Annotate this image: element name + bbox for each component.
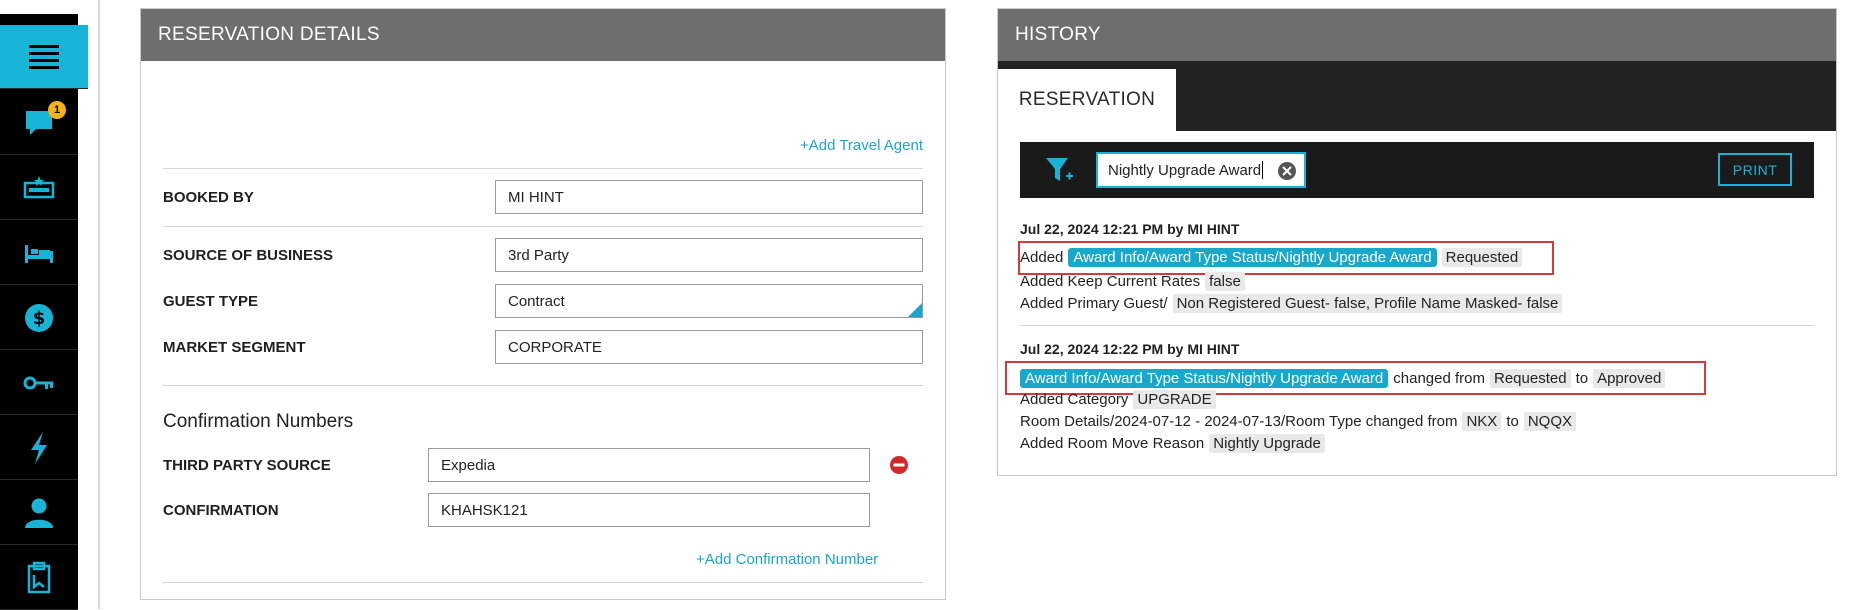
text-cursor bbox=[1262, 161, 1264, 179]
history-entry-header: Jul 22, 2024 12:21 PM by MI HINT bbox=[1020, 221, 1240, 237]
history-text: Added Room Move Reason bbox=[1020, 435, 1205, 452]
history-text: Added Category bbox=[1020, 391, 1129, 408]
divider bbox=[163, 385, 923, 386]
chat-icon[interactable]: 1 bbox=[0, 91, 78, 155]
history-text: Added Keep Current Rates bbox=[1020, 273, 1201, 290]
room-assign-icon[interactable] bbox=[0, 156, 78, 220]
clear-filter-icon[interactable] bbox=[1278, 162, 1296, 180]
notification-badge: 1 bbox=[48, 101, 66, 119]
history-value: UPGRADE bbox=[1133, 390, 1216, 409]
booked-by-field[interactable]: MI HINT bbox=[495, 180, 923, 214]
history-text: Room Details/2024-07-12 - 2024-07-13/Roo… bbox=[1020, 413, 1458, 430]
bed-icon[interactable] bbox=[0, 221, 78, 285]
history-text: to bbox=[1506, 413, 1519, 430]
guest-type-label: GUEST TYPE bbox=[163, 293, 259, 310]
history-value: NKX bbox=[1462, 412, 1502, 431]
history-entry-header: Jul 22, 2024 12:22 PM by MI HINT bbox=[1020, 341, 1240, 357]
history-value: false bbox=[1205, 272, 1245, 291]
key-icon[interactable] bbox=[0, 351, 78, 415]
menu-icon[interactable] bbox=[0, 25, 88, 89]
history-value: Nightly Upgrade bbox=[1209, 434, 1325, 453]
highlight-box bbox=[1018, 241, 1554, 275]
filter-bar: Nightly Upgrade Award PRINT bbox=[1020, 142, 1814, 198]
history-text: Added Primary Guest/ bbox=[1020, 295, 1168, 312]
profile-icon[interactable] bbox=[0, 481, 78, 545]
billing-dollar-icon[interactable]: $ bbox=[0, 286, 78, 350]
remove-icon[interactable] bbox=[889, 455, 909, 480]
dropdown-corner-icon bbox=[908, 303, 922, 317]
history-value: Non Registered Guest- false, Profile Nam… bbox=[1172, 294, 1563, 313]
lightning-icon[interactable] bbox=[0, 416, 78, 480]
add-confirmation-number-link[interactable]: +Add Confirmation Number bbox=[696, 551, 878, 568]
divider bbox=[163, 168, 923, 169]
history-tab-bar: RESERVATION bbox=[998, 61, 1836, 131]
rail-divider bbox=[98, 0, 100, 609]
third-party-source-field[interactable]: Expedia bbox=[428, 448, 870, 482]
svg-text:$: $ bbox=[33, 308, 46, 329]
reservation-details-panel: RESERVATION DETAILS +Add Travel Agent BO… bbox=[140, 8, 946, 600]
print-button[interactable]: PRINT bbox=[1718, 153, 1792, 186]
divider bbox=[1020, 325, 1814, 326]
history-line: Added Category UPGRADE bbox=[1020, 390, 1216, 409]
panel-title: HISTORY bbox=[998, 9, 1836, 61]
divider bbox=[163, 582, 923, 583]
confirmation-label: CONFIRMATION bbox=[163, 502, 279, 519]
clipboard-icon[interactable] bbox=[0, 546, 78, 610]
confirmation-field[interactable]: KHAHSK121 bbox=[428, 493, 870, 527]
add-travel-agent-link[interactable]: +Add Travel Agent bbox=[800, 137, 923, 154]
guest-type-value: Contract bbox=[508, 292, 565, 310]
booked-by-label: BOOKED BY bbox=[163, 189, 254, 206]
panel-title: RESERVATION DETAILS bbox=[141, 9, 945, 61]
source-of-business-label: SOURCE OF BUSINESS bbox=[163, 247, 334, 264]
guest-type-select[interactable]: Contract bbox=[495, 284, 923, 318]
history-line: Added Room Move Reason Nightly Upgrade bbox=[1020, 434, 1325, 453]
history-filter-input[interactable]: Nightly Upgrade Award bbox=[1096, 152, 1306, 188]
filter-value: Nightly Upgrade Award bbox=[1108, 161, 1262, 179]
market-segment-field[interactable]: CORPORATE bbox=[495, 330, 923, 364]
history-panel: HISTORY RESERVATION Nightly Upgrade Awar… bbox=[997, 8, 1837, 476]
history-value: NQQX bbox=[1523, 412, 1577, 431]
tab-reservation[interactable]: RESERVATION bbox=[998, 69, 1176, 131]
left-nav-rail: 1 $ bbox=[0, 14, 88, 610]
history-line: Room Details/2024-07-12 - 2024-07-13/Roo… bbox=[1020, 412, 1577, 431]
history-line: Added Primary Guest/ Non Registered Gues… bbox=[1020, 294, 1563, 313]
divider bbox=[163, 226, 923, 227]
confirmation-numbers-title: Confirmation Numbers bbox=[163, 411, 354, 432]
filter-add-icon[interactable] bbox=[1044, 155, 1074, 190]
market-segment-label: MARKET SEGMENT bbox=[163, 339, 306, 356]
source-of-business-field[interactable]: 3rd Party bbox=[495, 238, 923, 272]
history-line: Added Keep Current Rates false bbox=[1020, 272, 1245, 291]
third-party-source-label: THIRD PARTY SOURCE bbox=[163, 457, 331, 474]
